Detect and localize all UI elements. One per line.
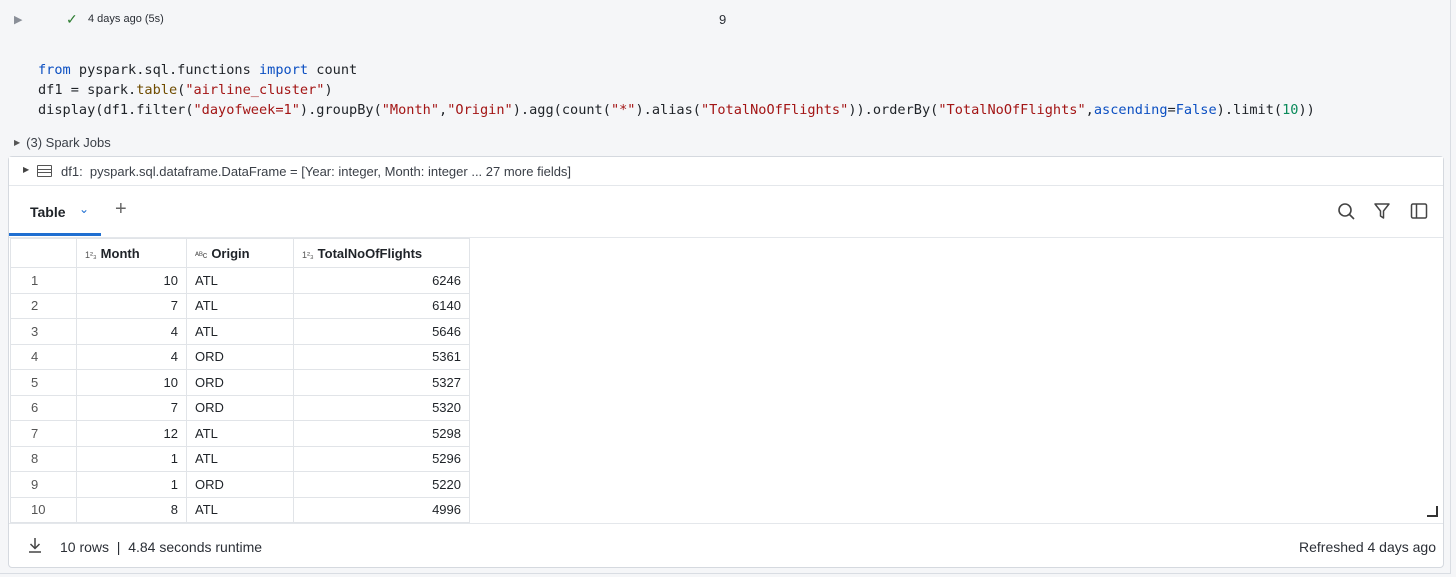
row-index-header: [10, 238, 77, 268]
result-tabbar: Table ⌄ +: [9, 185, 1443, 238]
origin-cell: ATL: [186, 292, 294, 319]
origin-cell: ORD: [186, 471, 294, 498]
integer-type-icon: 1²₃: [302, 249, 314, 260]
column-header[interactable]: ᴬᴮc Origin: [186, 238, 294, 268]
total-flights-cell: 5298: [293, 420, 470, 447]
run-status: 4 days ago (5s): [88, 13, 164, 25]
notebook-cell: ▶ ✓ 4 days ago (5s) 9 from pyspark.sql.f…: [0, 0, 1451, 574]
spark-jobs-toggle[interactable]: ▶ (3) Spark Jobs: [14, 135, 111, 150]
month-cell: 7: [76, 394, 187, 421]
expand-triangle-icon: ▶: [14, 138, 21, 147]
month-cell: 1: [76, 445, 187, 472]
table-schema-icon: [37, 165, 52, 177]
total-flights-cell: 5327: [293, 369, 470, 396]
month-cell: 1: [76, 471, 187, 498]
column-header[interactable]: 1²₃ TotalNoOfFlights: [293, 238, 470, 268]
download-icon[interactable]: [27, 536, 43, 554]
row-index-cell: 9: [10, 471, 77, 498]
total-flights-cell: 5320: [293, 394, 470, 421]
month-cell: 8: [76, 496, 187, 523]
row-index-cell: 8: [10, 445, 77, 472]
month-cell: 4: [76, 343, 187, 370]
total-flights-cell: 4996: [293, 496, 470, 523]
table-row[interactable]: 1 10 ATL 6246: [10, 267, 470, 294]
rows-runtime-summary: 10 rows | 4.84 seconds runtime: [60, 539, 263, 555]
code-line-2: df1 = spark.table("airline_cluster"): [38, 82, 333, 98]
code-line-1: from pyspark.sql.functions import count: [38, 62, 358, 78]
integer-type-icon: 1²₃: [85, 249, 97, 260]
table-row[interactable]: 10 8 ATL 4996: [10, 496, 470, 523]
table-row[interactable]: 9 1 ORD 5220: [10, 471, 470, 498]
dataframe-name: df1:: [61, 164, 83, 179]
table-row[interactable]: 8 1 ATL 5296: [10, 445, 470, 472]
table-row[interactable]: 4 4 ORD 5361: [10, 343, 470, 370]
table-row[interactable]: 7 12 ATL 5298: [10, 420, 470, 447]
origin-cell: ATL: [186, 420, 294, 447]
table-row[interactable]: 5 10 ORD 5327: [10, 369, 470, 396]
dataframe-schema-row[interactable]: ▶ df1: pyspark.sql.dataframe.DataFrame =…: [9, 157, 1443, 186]
month-cell: 7: [76, 292, 187, 319]
total-flights-cell: 5646: [293, 318, 470, 345]
result-panel: ▶ df1: pyspark.sql.dataframe.DataFrame =…: [8, 156, 1444, 568]
month-cell: 10: [76, 267, 187, 294]
table-header-row: 1²₃ Month ᴬᴮc Origin 1²₃ TotalNoOfFlights: [10, 238, 470, 268]
row-index-cell: 7: [10, 420, 77, 447]
code-editor[interactable]: from pyspark.sql.functions import count …: [38, 60, 1315, 120]
row-index-cell: 5: [10, 369, 77, 396]
dataframe-schema: pyspark.sql.dataframe.DataFrame = [Year:…: [89, 164, 572, 179]
row-index-cell: 10: [10, 496, 77, 523]
string-type-icon: ᴬᴮc: [195, 249, 208, 260]
row-index-cell: 2: [10, 292, 77, 319]
table-row[interactable]: 2 7 ATL 6140: [10, 292, 470, 319]
cell-number: 9: [719, 12, 727, 27]
month-cell: 12: [76, 420, 187, 447]
total-flights-cell: 5220: [293, 471, 470, 498]
spark-jobs-label: (3) Spark Jobs: [26, 135, 111, 150]
total-flights-cell: 5296: [293, 445, 470, 472]
row-index-cell: 4: [10, 343, 77, 370]
total-flights-cell: 5361: [293, 343, 470, 370]
sidebar-panel-icon[interactable]: [1409, 201, 1429, 221]
refreshed-status: Refreshed 4 days ago: [1299, 539, 1436, 555]
result-table: 1²₃ Month ᴬᴮc Origin 1²₃ TotalNoOfFlights 1…: [10, 238, 470, 523]
row-index-cell: 3: [10, 318, 77, 345]
code-line-3: display(df1.filter("dayofweek=1").groupB…: [38, 102, 1315, 118]
total-flights-cell: 6140: [293, 292, 470, 319]
origin-cell: ATL: [186, 318, 294, 345]
chevron-down-icon[interactable]: ⌄: [79, 202, 89, 216]
month-cell: 10: [76, 369, 187, 396]
row-index-cell: 6: [10, 394, 77, 421]
cell-header: ▶ ✓ 4 days ago (5s) 9: [0, 0, 1450, 40]
search-icon[interactable]: [1336, 201, 1356, 221]
result-footer: 10 rows | 4.84 seconds runtime Refreshed…: [9, 523, 1443, 568]
total-flights-cell: 6246: [293, 267, 470, 294]
expand-triangle-icon[interactable]: ▶: [23, 165, 29, 174]
resize-handle-icon[interactable]: [1427, 506, 1438, 517]
table-row[interactable]: 6 7 ORD 5320: [10, 394, 470, 421]
origin-cell: ORD: [186, 369, 294, 396]
origin-cell: ORD: [186, 343, 294, 370]
month-cell: 4: [76, 318, 187, 345]
run-icon[interactable]: ▶: [14, 13, 28, 27]
origin-cell: ATL: [186, 267, 294, 294]
check-icon: ✓: [66, 11, 78, 27]
filter-icon[interactable]: [1372, 201, 1392, 221]
table-row[interactable]: 3 4 ATL 5646: [10, 318, 470, 345]
add-tab-button[interactable]: +: [115, 198, 127, 221]
row-index-cell: 1: [10, 267, 77, 294]
origin-cell: ORD: [186, 394, 294, 421]
origin-cell: ATL: [186, 445, 294, 472]
tab-table[interactable]: Table ⌄: [9, 185, 101, 236]
tab-label: Table: [30, 204, 66, 220]
origin-cell: ATL: [186, 496, 294, 523]
column-header[interactable]: 1²₃ Month: [76, 238, 187, 268]
